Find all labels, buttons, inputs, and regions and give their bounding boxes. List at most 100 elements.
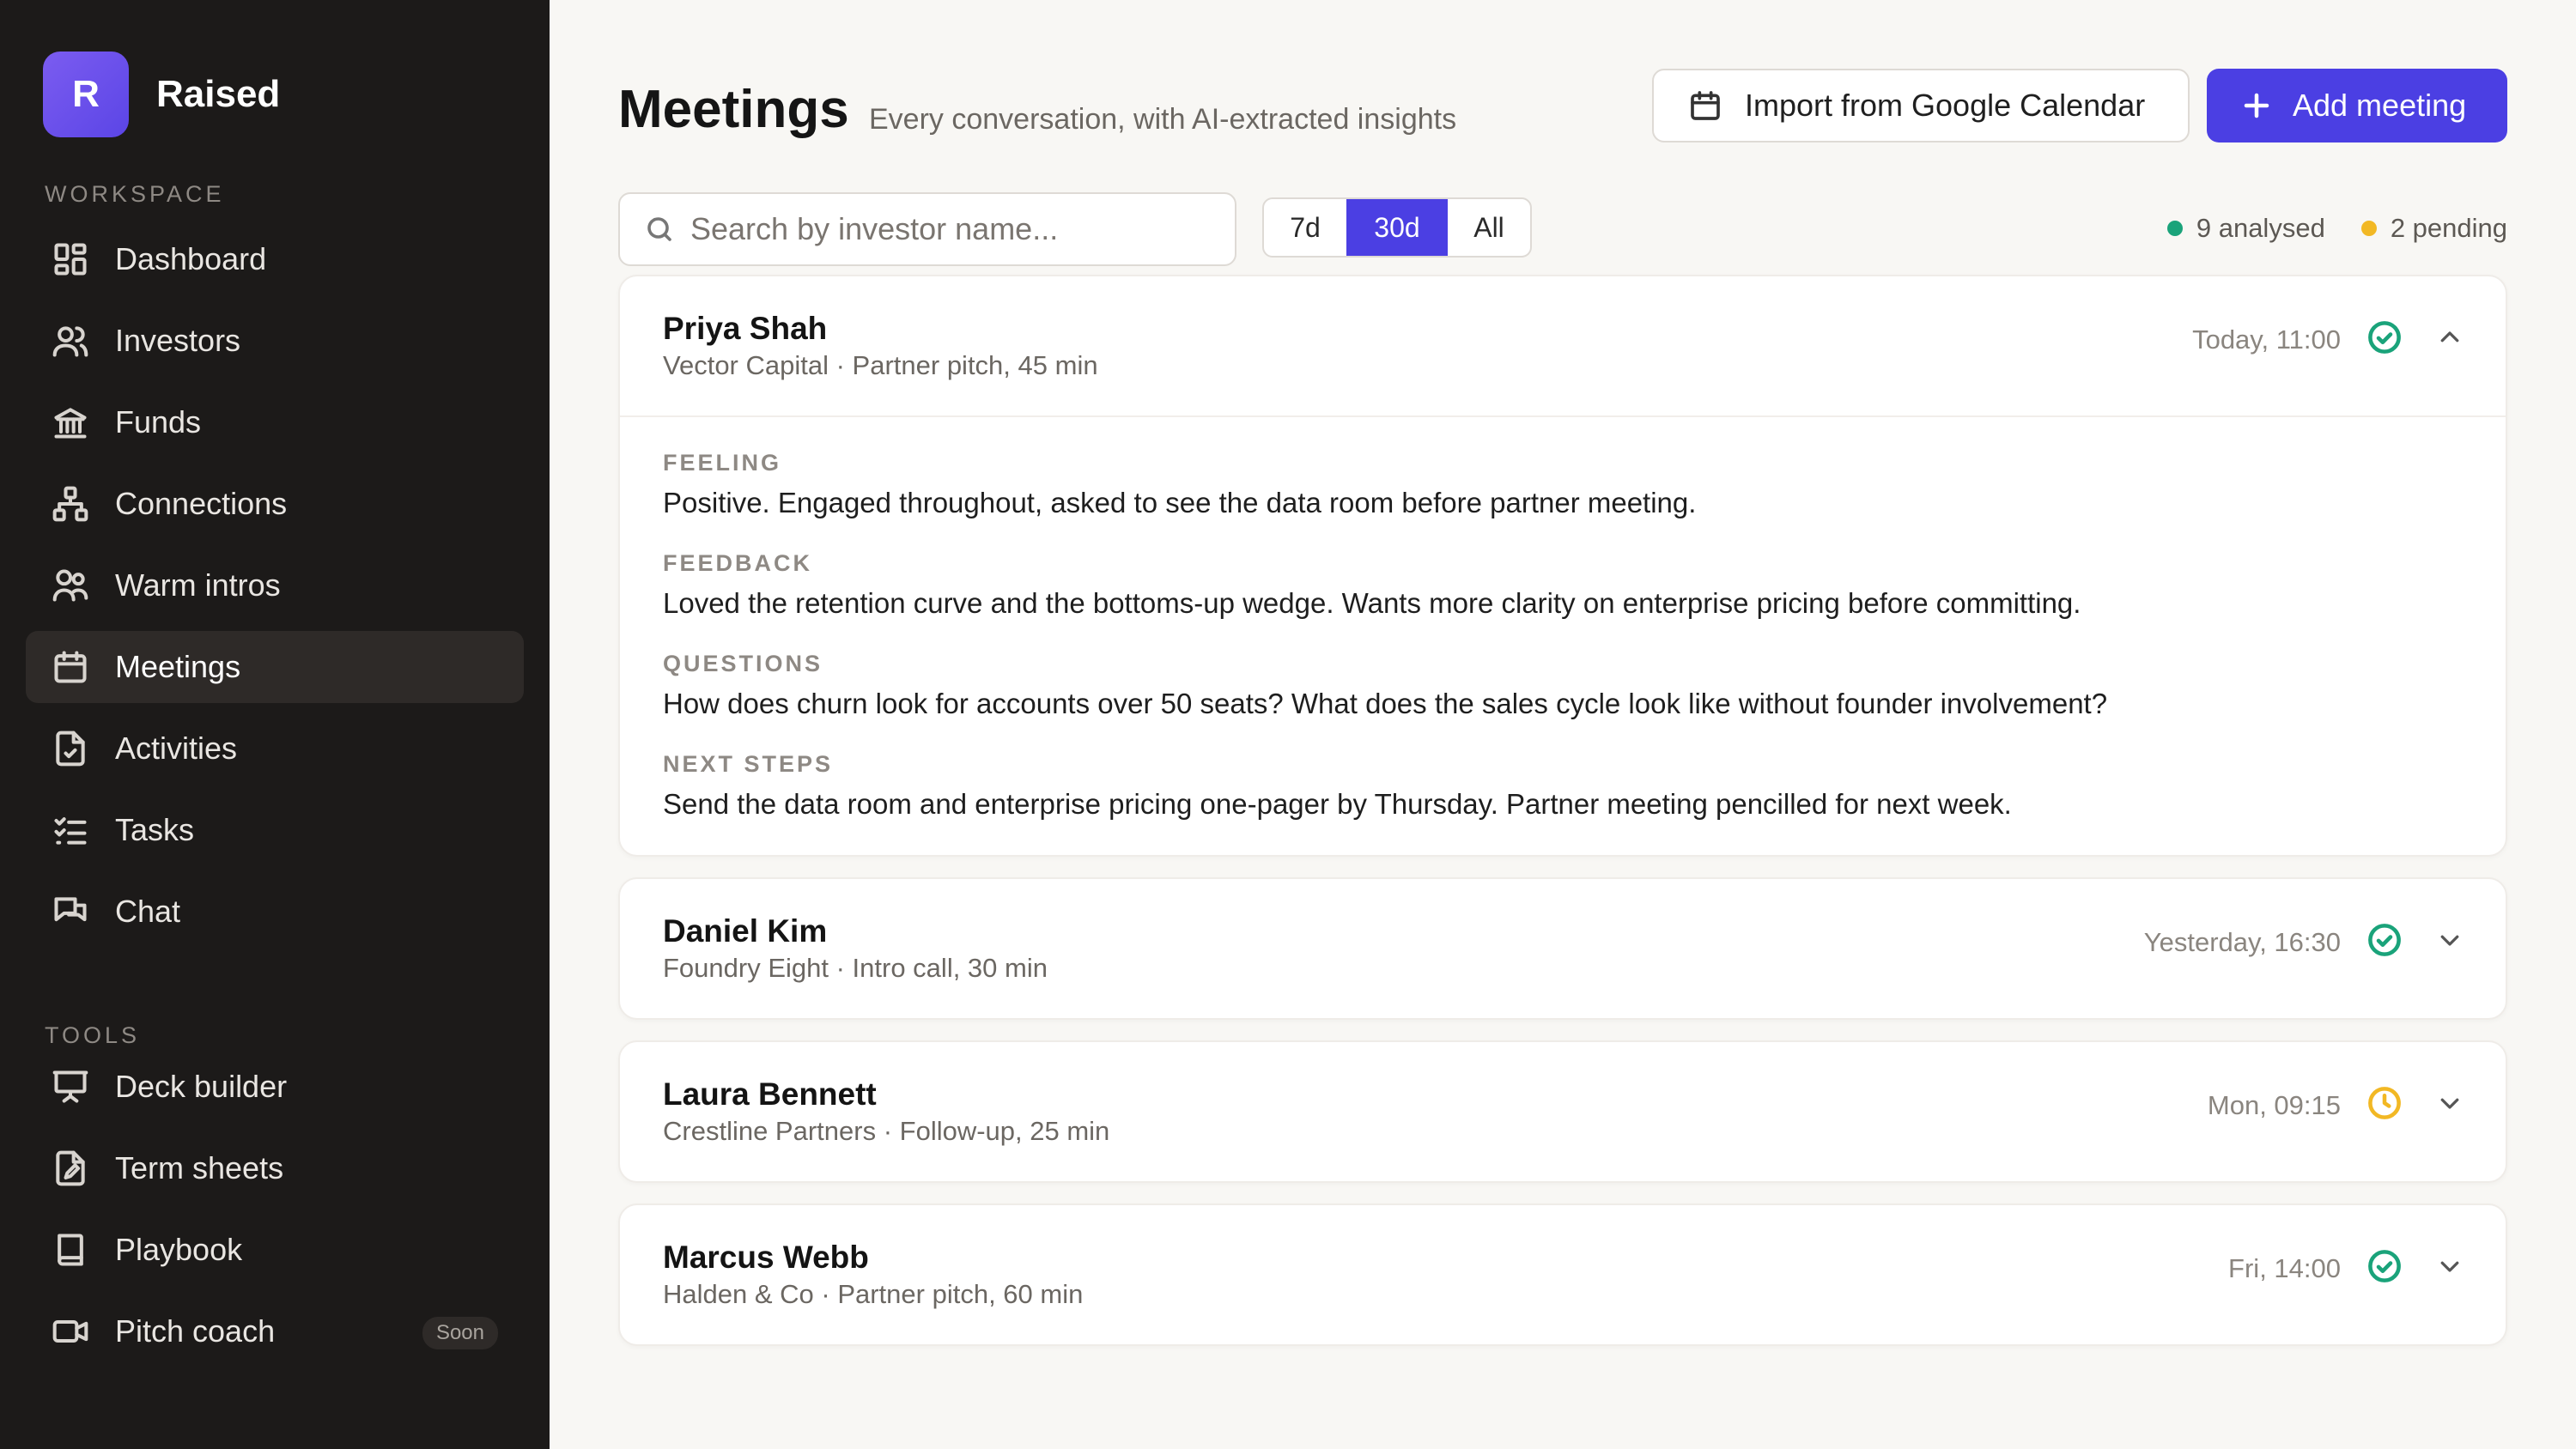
sidebar-item-pitch-coach[interactable]: Pitch coach Soon <box>26 1295 524 1367</box>
sidebar-item-label: Warm intros <box>115 567 281 603</box>
insight-text: Positive. Engaged throughout, asked to s… <box>663 487 1697 518</box>
book-icon <box>58 1234 83 1266</box>
file-edit-icon <box>56 1150 85 1186</box>
investor-name: Marcus Webb <box>663 1240 869 1275</box>
sidebar-item-funds[interactable]: Funds <box>26 386 524 458</box>
sidebar-item-meetings[interactable]: Meetings <box>26 631 524 703</box>
sidebar-item-label: Deck builder <box>115 1069 288 1104</box>
meeting-meta: Crestline Partners · Follow-up, 25 min <box>663 1116 1110 1146</box>
sidebar-item-warm-intros[interactable]: Warm intros <box>26 549 524 621</box>
plus-icon <box>2244 93 2269 118</box>
insight-label: FEELING <box>663 450 782 476</box>
insight-feeling: FEELING Positive. Engaged throughout, as… <box>663 450 2463 519</box>
meeting-meta: Foundry Eight · Intro call, 30 min <box>663 953 1048 983</box>
meeting-time: Mon, 09:15 <box>2207 1089 2341 1120</box>
meeting-insights: FEELING Positive. Engaged throughout, as… <box>620 415 2506 855</box>
users-icon <box>52 326 88 357</box>
sidebar-item-label: Connections <box>115 486 288 521</box>
sidebar-item-label: Chat <box>115 894 181 929</box>
sidebar-item-dashboard[interactable]: Dashboard <box>26 223 524 295</box>
meeting-time: Fri, 14:00 <box>2228 1252 2341 1283</box>
insight-next-steps: NEXT STEPS Send the data room and enterp… <box>663 751 2463 821</box>
meeting-time: Yesterday, 16:30 <box>2143 926 2341 957</box>
check-circle-icon <box>2366 1248 2403 1288</box>
sidebar-item-activities[interactable]: Activities <box>26 712 524 785</box>
checklist-icon <box>54 817 87 845</box>
meeting-card: Daniel Kim Foundry Eight · Intro call, 3… <box>618 877 2507 1020</box>
pending-stat: 2 pending <box>2360 213 2507 244</box>
video-icon <box>52 1319 88 1343</box>
add-button-label: Add meeting <box>2293 88 2467 123</box>
investor-name: Daniel Kim <box>663 913 828 949</box>
sidebar-item-label: Dashboard <box>115 241 267 276</box>
sidebar: R Raised WORKSPACE Dashboard Investors F… <box>0 0 550 1449</box>
sidebar-item-connections[interactable]: Connections <box>26 468 524 540</box>
import-google-calendar-button[interactable]: Import from Google Calendar <box>1652 69 2190 142</box>
analysis-stats: 9 analysed 2 pending <box>2166 213 2507 244</box>
sidebar-item-label: Meetings <box>115 649 241 684</box>
meeting-card: Laura Bennett Crestline Partners · Follo… <box>618 1040 2507 1183</box>
sidebar-item-label: Pitch coach <box>115 1313 276 1349</box>
insight-label: FEEDBACK <box>663 550 813 576</box>
meeting-meta: Vector Capital · Partner pitch, 45 min <box>663 350 1098 380</box>
section-label-workspace: WORKSPACE <box>45 180 225 207</box>
chevron-up-icon[interactable] <box>2403 324 2463 355</box>
brand-name: Raised <box>156 73 281 115</box>
meeting-card-header[interactable]: Priya Shah Vector Capital · Partner pitc… <box>620 276 2506 415</box>
meetings-list: Priya Shah Vector Capital · Partner pitc… <box>618 275 2507 1346</box>
chevron-down-icon[interactable] <box>2403 927 2463 957</box>
calendar-icon <box>54 651 87 683</box>
insight-label: NEXT STEPS <box>663 751 834 777</box>
search-input[interactable] <box>690 211 1206 247</box>
pending-dot-icon <box>2360 221 2377 236</box>
meeting-card: Marcus Webb Halden & Co · Partner pitch,… <box>618 1203 2507 1346</box>
search-box[interactable] <box>618 192 1236 266</box>
date-range-filter: 7d 30d All <box>1262 197 1532 258</box>
dashboard-icon <box>54 243 87 276</box>
sidebar-item-deck-builder[interactable]: Deck builder <box>26 1051 524 1123</box>
investor-name: Laura Bennett <box>663 1076 877 1112</box>
calendar-icon <box>1691 91 1720 120</box>
range-30d-button[interactable]: 30d <box>1346 199 1448 256</box>
page-header: Meetings Every conversation, with AI-ext… <box>618 0 2507 146</box>
sidebar-item-label: Investors <box>115 323 241 358</box>
brand[interactable]: R Raised <box>26 52 524 137</box>
analysed-dot-icon <box>2166 221 2183 236</box>
analysed-stat: 9 analysed <box>2166 213 2325 244</box>
insight-text: Send the data room and enterprise pricin… <box>663 788 2012 820</box>
section-label-tools: TOOLS <box>45 1022 141 1048</box>
network-icon <box>52 486 88 522</box>
add-meeting-button[interactable]: Add meeting <box>2207 69 2507 142</box>
check-circle-icon <box>2366 319 2403 360</box>
page-subtitle: Every conversation, with AI-extracted in… <box>869 103 1457 136</box>
file-check-icon <box>56 731 85 767</box>
investor-name: Priya Shah <box>663 311 828 346</box>
sidebar-item-chat[interactable]: Chat <box>26 876 524 948</box>
meeting-card-header[interactable]: Laura Bennett Crestline Partners · Follo… <box>620 1042 2506 1181</box>
import-button-label: Import from Google Calendar <box>1745 88 2146 123</box>
presentation-icon <box>52 1070 88 1103</box>
main-content: Meetings Every conversation, with AI-ext… <box>550 0 2576 1449</box>
workspace-nav: Dashboard Investors Funds Connections Wa… <box>26 223 524 948</box>
sidebar-item-label: Playbook <box>115 1232 243 1267</box>
clock-icon <box>2366 1085 2403 1125</box>
sidebar-item-investors[interactable]: Investors <box>26 305 524 377</box>
range-all-button[interactable]: All <box>1448 199 1530 256</box>
range-7d-button[interactable]: 7d <box>1264 199 1346 256</box>
sidebar-item-label: Term sheets <box>115 1150 284 1185</box>
soon-badge: Soon <box>422 1317 498 1349</box>
sidebar-item-tasks[interactable]: Tasks <box>26 794 524 866</box>
sidebar-item-label: Tasks <box>115 812 195 847</box>
sidebar-item-term-sheets[interactable]: Term sheets <box>26 1132 524 1204</box>
meeting-card-header[interactable]: Marcus Webb Halden & Co · Partner pitch,… <box>620 1205 2506 1344</box>
sidebar-item-playbook[interactable]: Playbook <box>26 1214 524 1286</box>
insight-feedback: FEEDBACK Loved the retention curve and t… <box>663 550 2463 620</box>
chevron-down-icon[interactable] <box>2403 1090 2463 1120</box>
check-circle-icon <box>2366 922 2403 962</box>
intros-icon <box>52 569 88 602</box>
meeting-card-header[interactable]: Daniel Kim Foundry Eight · Intro call, 3… <box>620 879 2506 1018</box>
sidebar-item-label: Funds <box>115 404 202 440</box>
insight-questions: QUESTIONS How does churn look for accoun… <box>663 651 2463 720</box>
meeting-card: Priya Shah Vector Capital · Partner pitc… <box>618 275 2507 857</box>
chevron-down-icon[interactable] <box>2403 1253 2463 1283</box>
